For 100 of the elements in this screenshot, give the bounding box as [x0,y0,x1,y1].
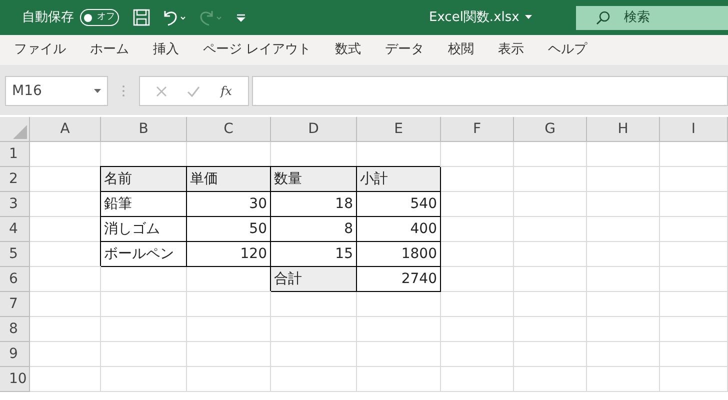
sheet-cell[interactable] [514,142,587,167]
search-field[interactable]: 検索 [576,6,728,30]
row-header[interactable]: 3 [0,192,30,217]
sheet-cell[interactable] [660,217,728,242]
sheet-cell[interactable] [587,367,660,392]
sheet-cell[interactable] [30,317,101,342]
undo-icon[interactable] [162,9,188,26]
customize-caret-icon[interactable] [236,12,246,22]
column-header[interactable]: G [514,117,587,142]
column-header[interactable]: H [587,117,660,142]
sheet-cell[interactable] [587,142,660,167]
row-header[interactable]: 9 [0,342,30,367]
sheet-cell[interactable] [660,267,728,292]
insert-function-button[interactable]: fx [220,82,232,100]
row-header[interactable]: 1 [0,142,30,167]
sheet-cell[interactable] [660,342,728,367]
sheet-cell[interactable] [587,342,660,367]
ribbon-tab[interactable]: 挿入 [153,35,179,65]
ribbon-tab[interactable]: データ [385,35,424,65]
sheet-cell[interactable] [514,367,587,392]
sheet-cell[interactable] [101,292,187,317]
sheet-cell[interactable] [30,342,101,367]
sheet-cell[interactable] [441,267,514,292]
column-header[interactable]: E [357,117,441,142]
sheet-cell[interactable] [30,292,101,317]
sheet-cell[interactable] [587,267,660,292]
column-header[interactable]: D [271,117,357,142]
sheet-cell[interactable] [30,367,101,392]
sheet-cell[interactable] [587,317,660,342]
ribbon-tab[interactable]: ファイル [14,35,66,65]
sheet-cell[interactable] [441,242,514,267]
sheet-cell[interactable] [357,292,441,317]
ribbon-tab[interactable]: ヘルプ [548,35,588,65]
row-header[interactable]: 5 [0,242,30,267]
sheet-cell[interactable] [514,267,587,292]
sheet-cell[interactable] [514,342,587,367]
sheet-cell[interactable] [441,367,514,392]
sheet-cell[interactable] [587,292,660,317]
sheet-cell[interactable] [514,217,587,242]
sheet-cell[interactable] [30,142,101,167]
sheet-cell[interactable] [441,292,514,317]
sheet-cell[interactable] [101,342,187,367]
column-header[interactable]: C [187,117,271,142]
caret-icon[interactable] [525,15,532,20]
sheet-cell[interactable] [271,292,357,317]
sheet-cell[interactable] [660,292,728,317]
sheet-cell[interactable] [660,317,728,342]
ribbon-tab[interactable]: 数式 [335,35,362,65]
sheet-cell[interactable] [514,242,587,267]
cancel-icon[interactable] [156,86,168,96]
row-header[interactable]: 2 [0,167,30,192]
column-header[interactable]: I [660,117,728,142]
sheet-cell[interactable] [441,167,514,192]
row-header[interactable]: 8 [0,317,30,342]
save-icon[interactable] [133,9,150,26]
select-all-icon[interactable] [13,125,27,139]
sheet-cell[interactable] [660,142,728,167]
sheet-cell[interactable] [357,367,441,392]
sheet-cell[interactable] [101,367,187,392]
sheet-cell[interactable] [441,192,514,217]
sheet-cell[interactable] [660,167,728,192]
ribbon-tab[interactable]: 校閲 [448,35,474,65]
sheet-cell[interactable] [660,367,728,392]
sheet-cell[interactable] [660,242,728,267]
sheet-cell[interactable] [514,192,587,217]
column-header[interactable]: F [441,117,514,142]
ribbon-tab[interactable]: ページ レイアウト [203,35,312,65]
sheet-cell[interactable] [587,192,660,217]
column-header[interactable]: B [101,117,187,142]
sheet-cell[interactable] [271,367,357,392]
column-header[interactable]: A [30,117,101,142]
sheet-cell[interactable] [514,292,587,317]
sheet-cell[interactable] [187,317,271,342]
sheet-cell[interactable] [271,342,357,367]
sheet-cell[interactable] [441,142,514,167]
sheet-cell[interactable] [187,367,271,392]
ribbon-tab[interactable]: ホーム [90,35,129,65]
sheet-cell[interactable] [357,342,441,367]
sheet-cell[interactable] [587,167,660,192]
sheet-cell[interactable] [101,267,187,292]
row-header[interactable]: 10 [0,367,30,392]
row-header[interactable]: 4 [0,217,30,242]
sheet-cell[interactable] [441,317,514,342]
sheet-cell[interactable] [30,267,101,292]
sheet-cell[interactable] [101,317,187,342]
autosave-toggle[interactable]: オフ [80,9,119,26]
row-header[interactable]: 6 [0,267,30,292]
sheet-cell[interactable] [514,167,587,192]
formula-input[interactable] [252,76,728,106]
sheet-cell[interactable] [587,242,660,267]
sheet-cell[interactable] [357,317,441,342]
sheet-cell[interactable] [271,317,357,342]
ribbon-tab[interactable]: 表示 [498,35,524,65]
sheet-cell[interactable] [187,292,271,317]
sheet-cell[interactable] [441,342,514,367]
enter-check-icon[interactable] [187,86,200,96]
sheet-cell[interactable] [587,217,660,242]
sheet-cell[interactable] [441,217,514,242]
sheet-cell[interactable] [660,192,728,217]
row-header[interactable]: 7 [0,292,30,317]
